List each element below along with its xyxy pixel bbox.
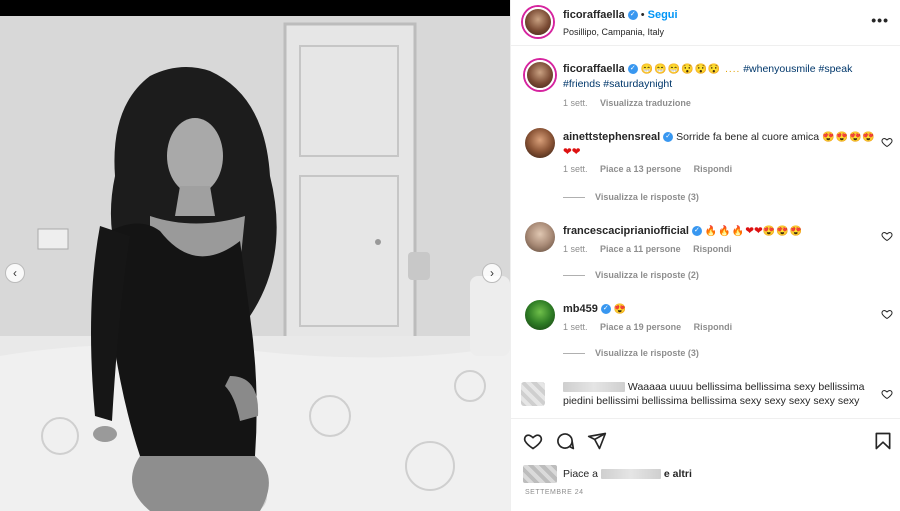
follow-button[interactable]: Segui (648, 9, 678, 21)
avatar[interactable] (521, 382, 545, 406)
photo-top-bar (0, 0, 510, 16)
avatar[interactable] (523, 7, 553, 37)
username[interactable]: ficoraffaella (563, 9, 625, 21)
comment-text: ainettstephensreal ✓ Sorride fa bene al c… (563, 131, 876, 158)
post-photo[interactable] (0, 16, 510, 511)
likes-count[interactable]: Piace a 11 persone (600, 244, 681, 254)
chevron-right-icon[interactable]: › (482, 263, 502, 283)
verified-icon: ✓ (627, 10, 638, 21)
reply-button[interactable]: Rispondi (694, 322, 733, 332)
comment-meta: 1 sett. Piace a 13 persone Rispondi (563, 164, 733, 174)
bookmark-icon[interactable] (873, 431, 893, 451)
more-options-icon[interactable]: ••• (871, 12, 889, 28)
header-row: ficoraffaella ✓ • Segui (563, 9, 678, 21)
verified-icon: ✓ (691, 226, 702, 237)
verified-icon: ✓ (600, 304, 611, 315)
verified-icon: ✓ (663, 132, 674, 143)
post-date: SETTEMBRE 24 (525, 489, 584, 496)
comment-meta: 1 sett. Piace a 11 persone Rispondi (563, 244, 732, 254)
avatar[interactable] (525, 222, 555, 252)
hashtag-link[interactable]: #whenyousmile (743, 63, 815, 75)
likes-count[interactable]: Piace a 13 persone (600, 164, 681, 174)
hashtag-link[interactable]: #saturdaynight (603, 78, 672, 90)
heart-icon[interactable] (881, 230, 893, 242)
location-link[interactable]: Posillipo, Campania, Italy (563, 27, 664, 37)
likes-summary[interactable]: Piace a e altri (523, 465, 692, 483)
post-actions: Piace a e altri SETTEMBRE 24 (511, 418, 900, 511)
heart-icon[interactable] (881, 308, 893, 320)
comment-item: mb459 ✓ 😍 1 sett. Piace a 19 persone Risp… (511, 300, 900, 364)
share-icon[interactable] (587, 431, 607, 451)
heart-icon[interactable] (881, 388, 893, 400)
verified-icon: ✓ (627, 64, 638, 75)
likes-count[interactable]: Piace a 19 persone (600, 322, 681, 332)
comment-text: Waaaaa uuuu bellissima bellissima sexy b… (563, 381, 865, 407)
chevron-left-icon[interactable]: ‹ (5, 263, 25, 283)
view-replies-button[interactable]: Visualizza le risposte (2) (563, 270, 699, 280)
caption-text: ficoraffaella ✓ 😁😁😁😯😯😯 .... #whenyousmile… (563, 63, 853, 90)
post-header: ficoraffaella ✓ • Segui Posillipo, Campania… (511, 0, 900, 46)
view-replies-button[interactable]: Visualizza le risposte (3) (563, 192, 699, 202)
avatar[interactable] (525, 60, 555, 90)
caption-meta: 1 sett. Visualizza traduzione (563, 98, 691, 108)
post-panel: ficoraffaella ✓ • Segui Posillipo, Campania… (510, 0, 900, 511)
caption: ficoraffaella ✓ 😁😁😁😯😯😯 .... #whenyousmile… (511, 60, 900, 116)
hashtag-link[interactable]: #friends (563, 78, 600, 90)
post-photo-illustration (0, 16, 510, 511)
heart-icon[interactable] (523, 431, 543, 451)
comment-item: ainettstephensreal ✓ Sorride fa bene al c… (511, 128, 900, 208)
comment-item: Waaaaa uuuu bellissima bellissima sexy b… (511, 380, 900, 418)
avatar (523, 465, 557, 483)
comment-text: mb459 ✓ 😍 (563, 303, 628, 315)
comment-icon[interactable] (555, 431, 575, 451)
comment-meta: 1 sett. Piace a 19 persone Rispondi (563, 322, 733, 332)
heart-icon[interactable] (881, 136, 893, 148)
comment-text: francescaciprianiofficial ✓ 🔥🔥🔥❤❤😍😍😍 (563, 225, 804, 237)
reply-button[interactable]: Rispondi (693, 244, 732, 254)
view-replies-button[interactable]: Visualizza le risposte (3) (563, 348, 699, 358)
hashtag-link[interactable]: #speak (819, 63, 853, 75)
avatar[interactable] (525, 128, 555, 158)
comment-item: francescaciprianiofficial ✓ 🔥🔥🔥❤❤😍😍😍 1 se… (511, 222, 900, 286)
reply-button[interactable]: Rispondi (694, 164, 733, 174)
avatar[interactable] (525, 300, 555, 330)
translate-button[interactable]: Visualizza traduzione (600, 98, 691, 108)
